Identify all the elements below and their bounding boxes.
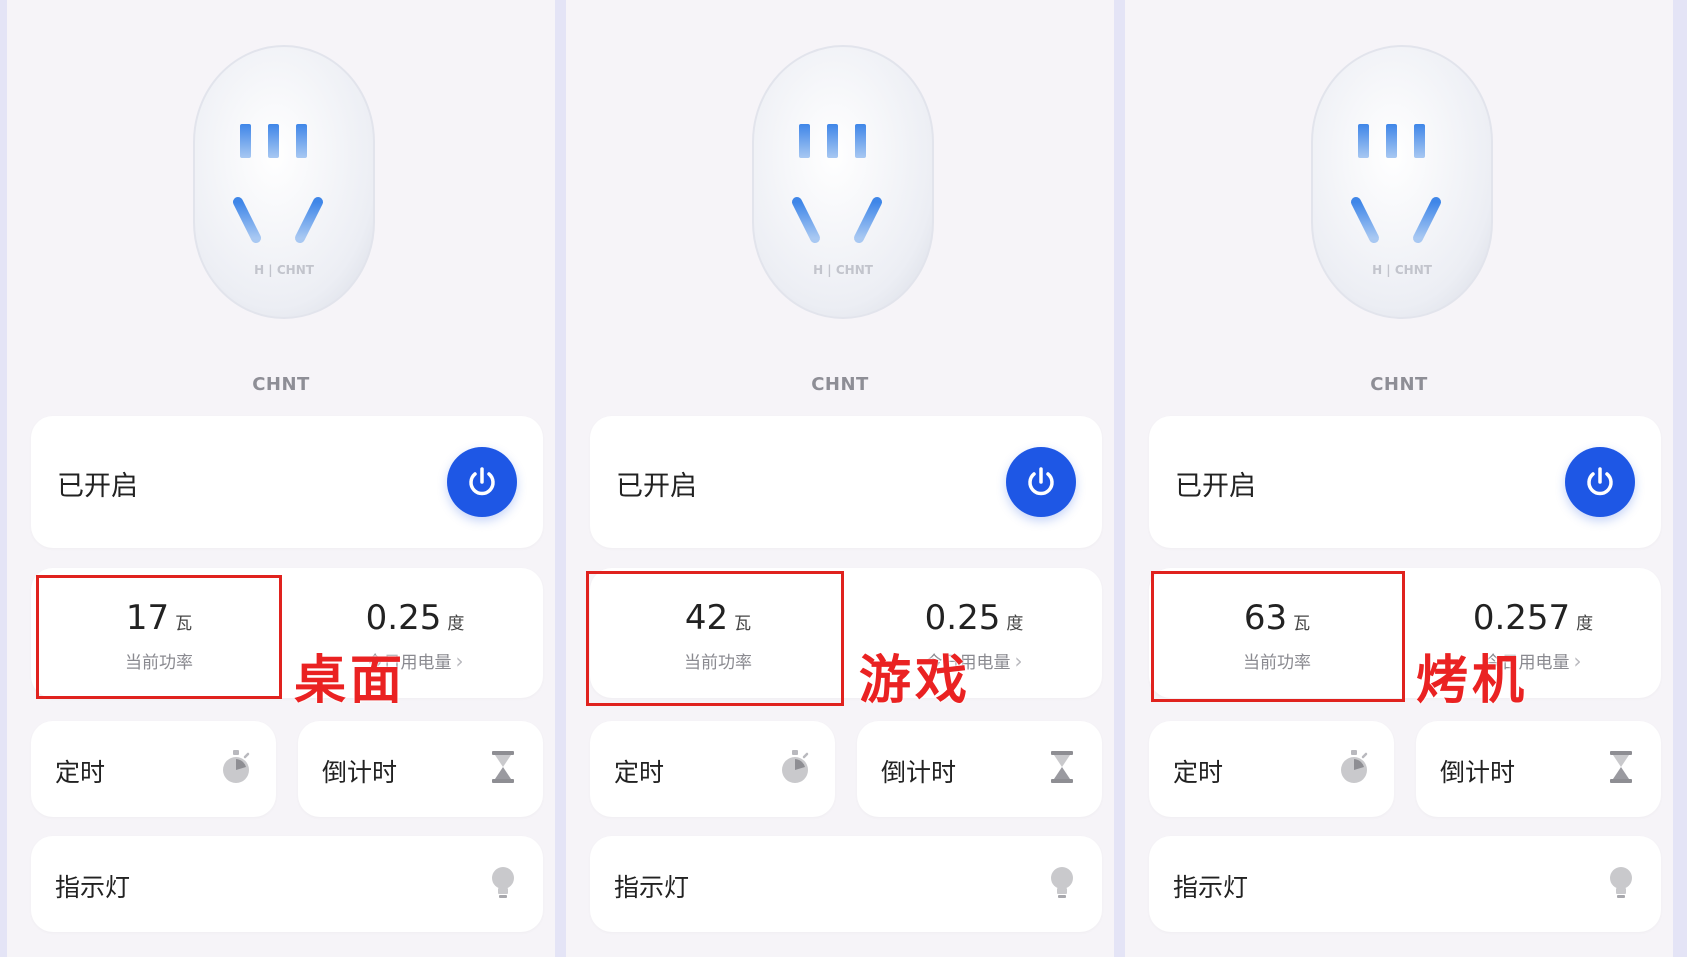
power-button[interactable] [1006, 447, 1076, 517]
brand-label: CHNT [252, 374, 310, 395]
power-switch-card: 已开启 [31, 416, 543, 548]
smart-plug-image: H | CHNT [749, 42, 937, 324]
timer-card[interactable]: 定时 [31, 721, 276, 817]
power-icon [1028, 467, 1054, 496]
power-button[interactable] [1565, 447, 1635, 517]
chevron-right-icon: › [1014, 649, 1023, 673]
countdown-card[interactable]: 倒计时 [1416, 721, 1661, 817]
power-button[interactable] [447, 447, 517, 517]
plug-logo-text: H | CHNT [254, 263, 315, 277]
today-energy-unit: 度 [1006, 614, 1024, 634]
plug-logo-text: H | CHNT [813, 263, 874, 277]
today-energy-value: 0.25 [365, 598, 442, 638]
indicator-light-card[interactable]: 指示灯 [31, 836, 543, 932]
indicator-light-label: 指示灯 [1173, 873, 1249, 902]
timer-label: 定时 [55, 758, 106, 787]
power-highlight-box [1151, 571, 1405, 702]
hourglass-icon [1610, 751, 1632, 783]
indicator-light-card[interactable]: 指示灯 [1149, 836, 1661, 932]
power-switch-card: 已开启 [590, 416, 1102, 548]
countdown-card[interactable]: 倒计时 [298, 721, 543, 817]
power-status-text: 已开启 [57, 471, 138, 502]
hourglass-icon [1051, 751, 1073, 783]
power-switch-card: 已开启 [1149, 416, 1661, 548]
today-energy-value: 0.25 [924, 598, 1001, 638]
smart-plug-panel-1: H | CHNT CHNT 已开启 17 瓦 当前功率 0.25 度 今日用电量 › … [7, 0, 555, 957]
smart-plug-image: H | CHNT [190, 42, 378, 324]
indicator-light-card[interactable]: 指示灯 [590, 836, 1102, 932]
power-status-text: 已开启 [1175, 471, 1256, 502]
today-energy-unit: 度 [447, 614, 465, 634]
today-energy-value: 0.257 [1472, 598, 1571, 638]
timer-card[interactable]: 定时 [1149, 721, 1394, 817]
countdown-label: 倒计时 [881, 758, 957, 787]
light-bulb-icon [1051, 867, 1073, 898]
scenario-overlay-text: 桌面 [294, 651, 407, 711]
indicator-light-label: 指示灯 [614, 873, 690, 902]
chevron-right-icon: › [455, 649, 464, 673]
power-highlight-box [586, 571, 844, 706]
countdown-card[interactable]: 倒计时 [857, 721, 1102, 817]
hourglass-icon [492, 751, 514, 783]
timer-label: 定时 [614, 758, 665, 787]
scenario-overlay-text: 烤机 [1416, 651, 1529, 711]
today-energy-unit: 度 [1576, 614, 1594, 634]
stopwatch-icon [1341, 750, 1368, 783]
indicator-light-label: 指示灯 [55, 873, 131, 902]
timer-card[interactable]: 定时 [590, 721, 835, 817]
smart-plug-panel-2: H | CHNT CHNT 已开启 42 瓦 当前功率 0.25 度 今日用电量 › … [566, 0, 1114, 957]
countdown-label: 倒计时 [1440, 758, 1516, 787]
plug-logo-text: H | CHNT [1372, 263, 1433, 277]
timer-label: 定时 [1173, 758, 1224, 787]
light-bulb-icon [1610, 867, 1632, 898]
brand-label: CHNT [811, 374, 869, 395]
stopwatch-icon [782, 750, 809, 783]
countdown-label: 倒计时 [322, 758, 398, 787]
light-bulb-icon [492, 867, 514, 898]
stopwatch-icon [223, 750, 250, 783]
brand-label: CHNT [1370, 374, 1428, 395]
scenario-overlay-text: 游戏 [859, 651, 972, 711]
power-status-text: 已开启 [616, 471, 697, 502]
smart-plug-image: H | CHNT [1308, 42, 1496, 324]
power-icon [469, 467, 495, 496]
power-highlight-box [36, 575, 282, 699]
chevron-right-icon: › [1573, 649, 1582, 673]
smart-plug-panel-3: H | CHNT CHNT 已开启 63 瓦 当前功率 0.257 度 今日用电量 ›… [1125, 0, 1673, 957]
power-icon [1587, 467, 1613, 496]
